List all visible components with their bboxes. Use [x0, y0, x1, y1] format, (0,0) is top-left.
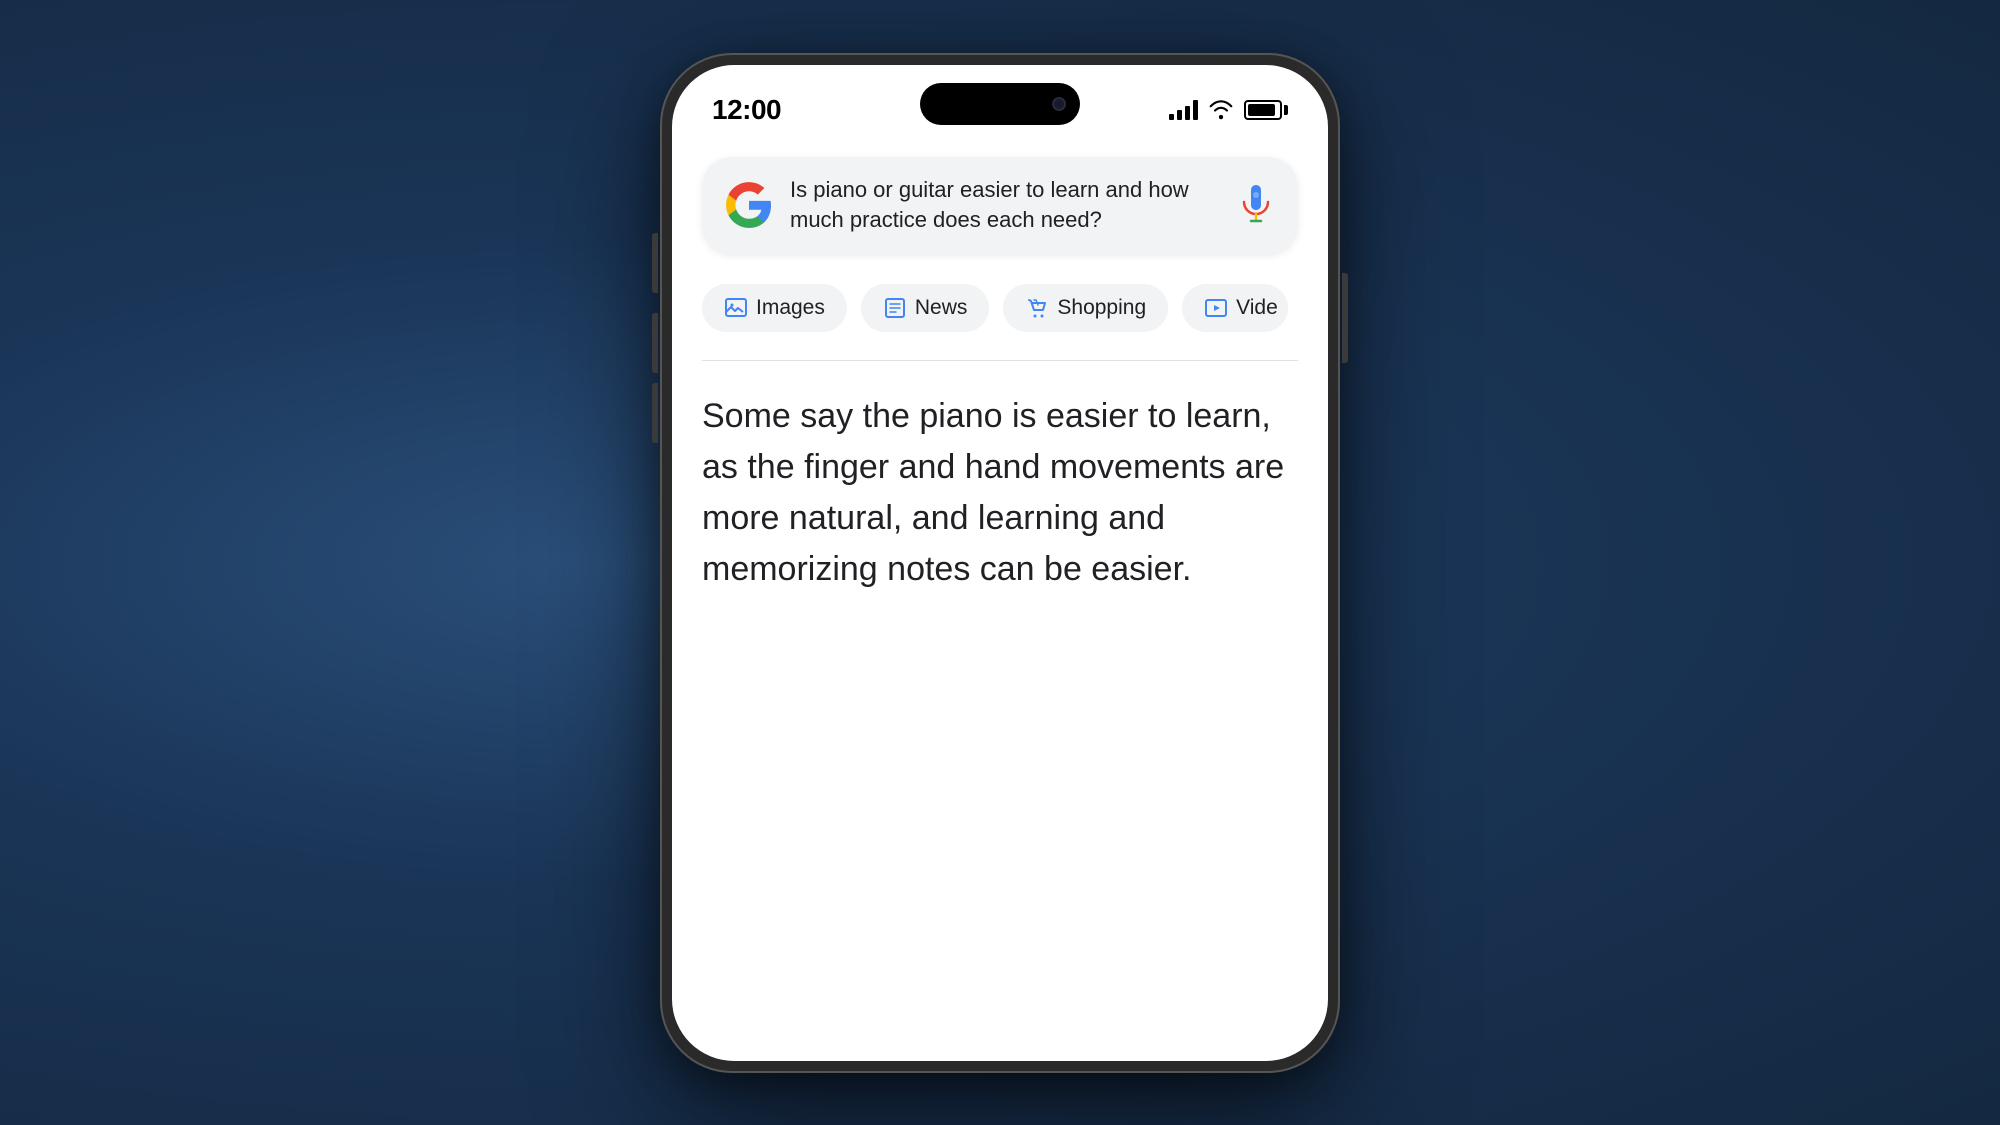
filter-tabs: Images News — [702, 284, 1298, 332]
battery-icon — [1244, 100, 1288, 120]
search-query: Is piano or guitar easier to learn and h… — [790, 175, 1220, 237]
dynamic-island — [920, 83, 1080, 125]
videos-icon — [1204, 296, 1228, 320]
images-icon — [724, 296, 748, 320]
news-icon — [883, 296, 907, 320]
tab-shopping-label: Shopping — [1057, 296, 1146, 320]
phone-frame: 12:00 — [660, 53, 1340, 1073]
tab-news-label: News — [915, 296, 968, 320]
mic-icon[interactable] — [1236, 183, 1276, 227]
camera-dot — [1052, 97, 1066, 111]
tab-images[interactable]: Images — [702, 284, 847, 332]
shopping-icon — [1025, 296, 1049, 320]
tab-videos-label: Vide — [1236, 296, 1278, 320]
wifi-icon — [1208, 100, 1234, 120]
status-time: 12:00 — [712, 94, 781, 126]
search-bar[interactable]: Is piano or guitar easier to learn and h… — [702, 157, 1298, 255]
tab-news[interactable]: News — [861, 284, 990, 332]
tab-shopping[interactable]: Shopping — [1003, 284, 1168, 332]
phone-screen: 12:00 — [672, 65, 1328, 1061]
phone-wrapper: 12:00 — [660, 53, 1340, 1073]
signal-icon — [1169, 100, 1198, 120]
status-icons — [1169, 100, 1288, 120]
google-logo — [724, 180, 774, 230]
ai-answer: Some say the piano is easier to learn, a… — [702, 391, 1298, 595]
status-bar: 12:00 — [672, 65, 1328, 137]
content-divider — [702, 360, 1298, 361]
content-area: Is piano or guitar easier to learn and h… — [672, 137, 1328, 1061]
tab-videos[interactable]: Vide — [1182, 284, 1288, 332]
tab-images-label: Images — [756, 296, 825, 320]
